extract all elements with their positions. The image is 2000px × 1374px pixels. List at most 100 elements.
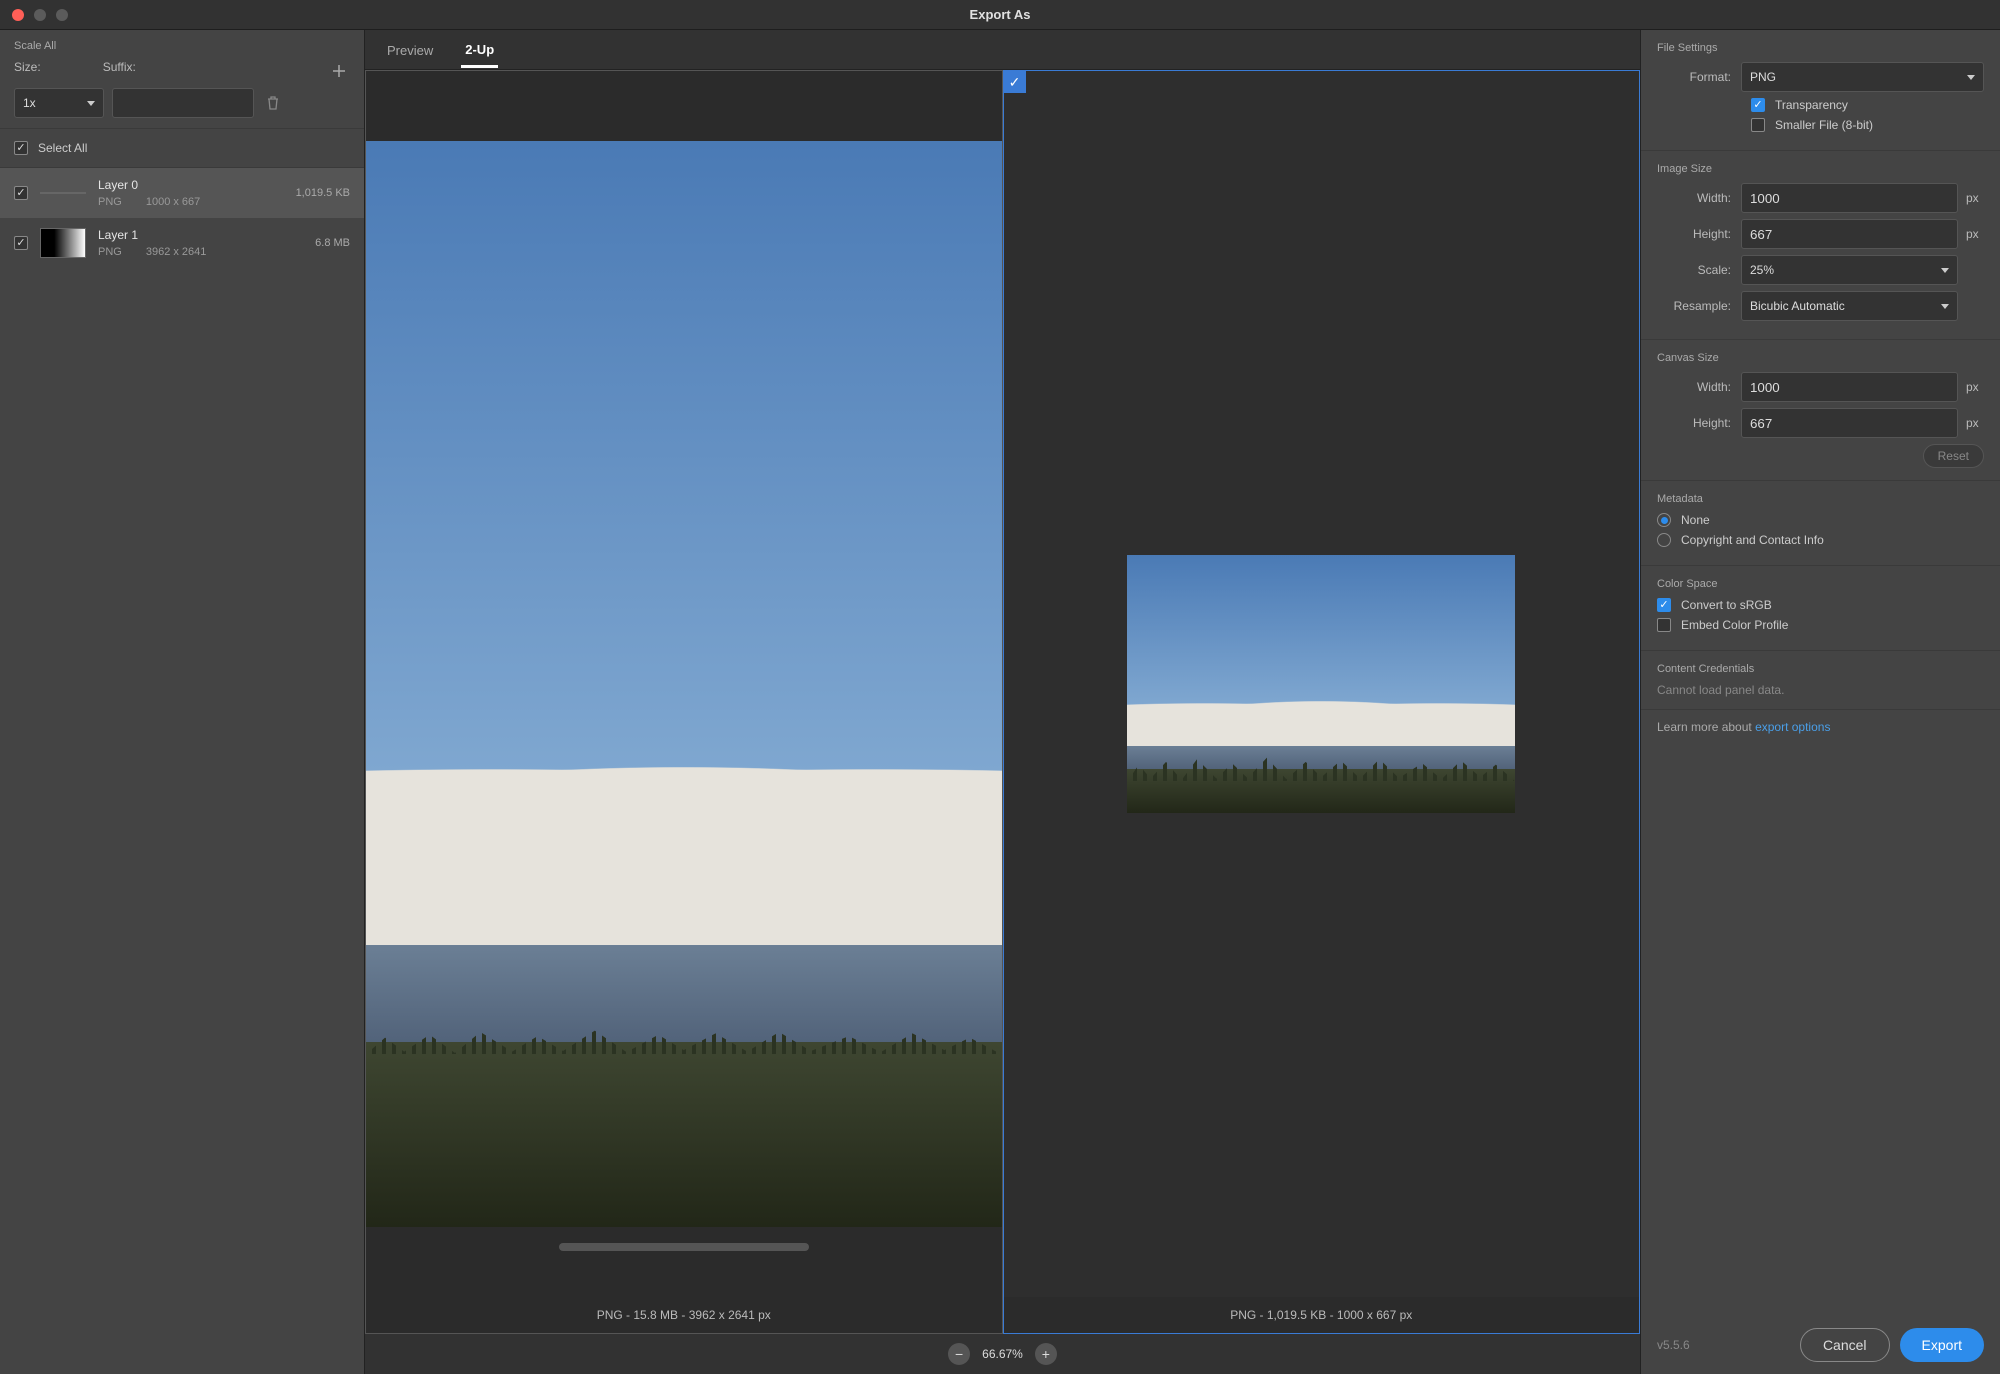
- learn-more: Learn more about export options: [1641, 710, 2000, 744]
- size-value: 1x: [23, 96, 36, 110]
- preview-pane-original[interactable]: PNG - 15.8 MB - 3962 x 2641 px: [365, 70, 1003, 1334]
- embed-profile-checkbox[interactable]: [1657, 618, 1671, 632]
- select-all-label: Select All: [38, 141, 87, 155]
- image-width-input[interactable]: [1741, 183, 1958, 213]
- preview-viewport-right[interactable]: [1004, 71, 1640, 1297]
- embed-profile-label: Embed Color Profile: [1681, 618, 1788, 632]
- selected-pane-indicator: ✓: [1004, 71, 1026, 93]
- right-panel: File Settings Format: PNG Transparency S…: [1640, 30, 2000, 1374]
- preview-status-right: PNG - 1,019.5 KB - 1000 x 667 px: [1004, 1297, 1640, 1333]
- layer-checkbox[interactable]: [14, 236, 28, 250]
- footer: v5.5.6 Cancel Export: [1657, 1328, 1984, 1362]
- layer-checkbox[interactable]: [14, 186, 28, 200]
- transparency-checkbox[interactable]: [1751, 98, 1765, 112]
- preview-viewport-left[interactable]: [366, 141, 1002, 1227]
- add-scale-button[interactable]: [328, 60, 350, 82]
- horizontal-scrollbar[interactable]: [559, 1243, 809, 1251]
- preview-image-export: [1127, 555, 1515, 814]
- chevron-down-icon: [87, 101, 95, 106]
- image-height-label: Height:: [1657, 227, 1741, 241]
- layer-filesize: 6.8 MB: [278, 237, 350, 249]
- format-dropdown[interactable]: PNG: [1741, 62, 1984, 92]
- plus-icon: [332, 64, 346, 78]
- zoom-value: 66.67%: [982, 1347, 1023, 1361]
- smaller-file-label: Smaller File (8-bit): [1775, 118, 1873, 132]
- layer-meta: PNG 1000 x 667: [98, 196, 266, 208]
- transparency-label: Transparency: [1775, 98, 1848, 112]
- zoom-out-button[interactable]: −: [948, 1343, 970, 1365]
- preview-status-left: PNG - 15.8 MB - 3962 x 2641 px: [366, 1297, 1002, 1333]
- image-width-label: Width:: [1657, 191, 1741, 205]
- content-credentials-msg: Cannot load panel data.: [1657, 683, 1984, 697]
- metadata-title: Metadata: [1657, 493, 1984, 505]
- smaller-file-checkbox[interactable]: [1751, 118, 1765, 132]
- resample-dropdown[interactable]: Bicubic Automatic: [1741, 291, 1958, 321]
- traffic-lights: [12, 9, 68, 21]
- metadata-copyright-label: Copyright and Contact Info: [1681, 533, 1824, 547]
- convert-srgb-label: Convert to sRGB: [1681, 598, 1772, 612]
- maximize-window-icon: [56, 9, 68, 21]
- canvas-height-label: Height:: [1657, 416, 1741, 430]
- version-label: v5.5.6: [1657, 1338, 1690, 1352]
- layer-name: Layer 1: [98, 228, 266, 242]
- zoom-in-button[interactable]: +: [1035, 1343, 1057, 1365]
- scale-dropdown[interactable]: 25%: [1741, 255, 1958, 285]
- file-settings-title: File Settings: [1657, 42, 1984, 54]
- metadata-copyright-radio[interactable]: [1657, 533, 1671, 547]
- canvas-height-input[interactable]: [1741, 408, 1958, 438]
- chevron-down-icon: [1967, 75, 1975, 80]
- layer-thumbnail: [40, 228, 86, 258]
- scale-label: Scale:: [1657, 263, 1741, 277]
- left-panel: Scale All Size: Suffix: 1x: [0, 30, 365, 1374]
- chevron-down-icon: [1941, 304, 1949, 309]
- window-title: Export As: [970, 7, 1031, 22]
- layer-item-0[interactable]: Layer 0 PNG 1000 x 667 1,019.5 KB: [0, 168, 364, 218]
- canvas-size-title: Canvas Size: [1657, 352, 1984, 364]
- format-label: Format:: [1657, 70, 1741, 84]
- trash-icon: [266, 95, 280, 111]
- metadata-none-radio[interactable]: [1657, 513, 1671, 527]
- layer-name: Layer 0: [98, 178, 266, 192]
- minimize-window-icon: [34, 9, 46, 21]
- zoom-bar: − 66.67% +: [365, 1334, 1640, 1374]
- suffix-label: Suffix:: [103, 60, 136, 82]
- image-size-title: Image Size: [1657, 163, 1984, 175]
- convert-srgb-checkbox[interactable]: [1657, 598, 1671, 612]
- suffix-input[interactable]: [112, 88, 254, 118]
- canvas-width-label: Width:: [1657, 380, 1741, 394]
- metadata-none-label: None: [1681, 513, 1710, 527]
- image-height-input[interactable]: [1741, 219, 1958, 249]
- select-all-checkbox[interactable]: [14, 141, 28, 155]
- px-unit: px: [1958, 191, 1984, 205]
- tab-preview[interactable]: Preview: [383, 33, 437, 66]
- resample-label: Resample:: [1657, 299, 1741, 313]
- color-space-title: Color Space: [1657, 578, 1984, 590]
- preview-tabs: Preview 2-Up: [365, 30, 1640, 70]
- delete-scale-button[interactable]: [262, 92, 284, 114]
- px-unit: px: [1958, 227, 1984, 241]
- tab-2up[interactable]: 2-Up: [461, 32, 498, 68]
- center-panel: Preview 2-Up PNG - 15.8 MB - 3962 x 264: [365, 30, 1640, 1374]
- chevron-down-icon: [1941, 268, 1949, 273]
- export-options-link[interactable]: export options: [1755, 720, 1830, 734]
- preview-area: PNG - 15.8 MB - 3962 x 2641 px ✓ PNG - 1…: [365, 70, 1640, 1334]
- titlebar: Export As: [0, 0, 2000, 30]
- cancel-button[interactable]: Cancel: [1800, 1328, 1890, 1362]
- content-credentials-title: Content Credentials: [1657, 663, 1984, 675]
- reset-button[interactable]: Reset: [1923, 444, 1984, 468]
- px-unit: px: [1958, 380, 1984, 394]
- size-label: Size:: [14, 60, 41, 82]
- preview-pane-export[interactable]: ✓ PNG - 1,019.5 KB - 1000 x 667 px: [1003, 70, 1641, 1334]
- scale-all-title: Scale All: [14, 40, 350, 52]
- layer-item-1[interactable]: Layer 1 PNG 3962 x 2641 6.8 MB: [0, 218, 364, 268]
- layer-list: Layer 0 PNG 1000 x 667 1,019.5 KB Layer …: [0, 168, 364, 1374]
- canvas-width-input[interactable]: [1741, 372, 1958, 402]
- preview-image-original: [366, 141, 1002, 1227]
- export-button[interactable]: Export: [1900, 1328, 1984, 1362]
- px-unit: px: [1958, 416, 1984, 430]
- layer-thumbnail: [40, 192, 86, 194]
- close-window-icon[interactable]: [12, 9, 24, 21]
- layer-filesize: 1,019.5 KB: [278, 187, 350, 199]
- layer-meta: PNG 3962 x 2641: [98, 246, 266, 258]
- size-dropdown[interactable]: 1x: [14, 88, 104, 118]
